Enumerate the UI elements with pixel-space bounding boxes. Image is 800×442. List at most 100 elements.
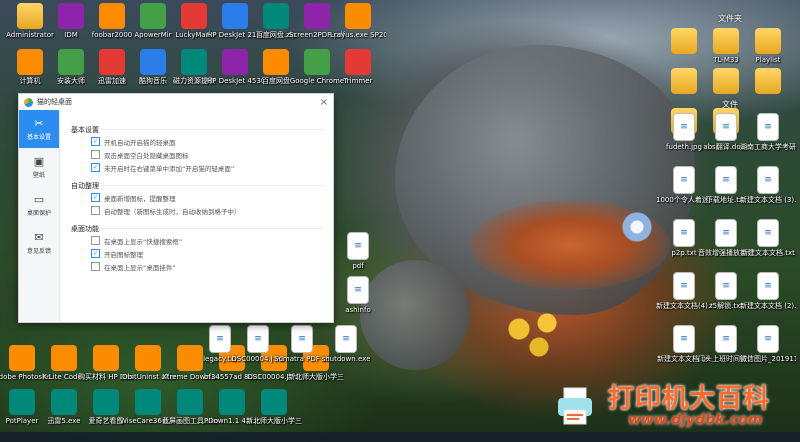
nav-icon: ✉ [34, 230, 44, 244]
desktop-file[interactable]: ≡ pdf [330, 232, 386, 271]
app-icon [181, 49, 207, 75]
document-icon: ≡ [673, 325, 695, 353]
document-icon: ≡ [209, 325, 231, 353]
settings-content: 基本设置 ✓ 开机自动开启猫的轻桌面双击桌面空白处隐藏桌面图标 ✓ 未开启时在右键菜单中… [71, 122, 323, 277]
icon-label: ashinfo [345, 306, 371, 314]
checkbox[interactable] [91, 236, 100, 245]
icon-label: Lrayus.exe SP2004 [330, 31, 386, 39]
nav-item-1[interactable]: ▣ 壁纸 [19, 148, 59, 186]
icon-label: 新建文本文档 (3).txt [740, 196, 796, 204]
checkbox[interactable] [91, 150, 100, 159]
settings-option[interactable]: 自动整理（新图标生成时，自动收纳到格子中） [91, 204, 323, 217]
folder-icon [713, 28, 739, 54]
app-icon [135, 389, 161, 415]
settings-option[interactable]: ✓ 桌面新增图标，提醒整理 [91, 191, 323, 204]
app-icon [263, 3, 289, 29]
nav-item-0[interactable]: ✂ 基本设置 [19, 110, 59, 148]
close-icon[interactable]: × [320, 97, 328, 108]
app-icon [99, 3, 125, 29]
document-icon: ≡ [757, 219, 779, 247]
document-icon: ≡ [335, 325, 357, 353]
app-icon [219, 389, 245, 415]
nav-item-2[interactable]: ▭ 桌面保护 [19, 186, 59, 224]
settings-option[interactable]: ✓ 开启图标整理 [91, 247, 323, 260]
icon-label: Trimmer [343, 77, 373, 85]
folder-icon [755, 28, 781, 54]
wallpaper-flowers [495, 305, 575, 365]
document-icon: ≡ [673, 272, 695, 300]
document-icon: ≡ [715, 113, 737, 141]
desktop-icon[interactable]: 新北师大版小学三年级... [246, 389, 302, 426]
icon-label: 新北师大版小学三年... [288, 373, 344, 381]
desktop-file[interactable]: ≡ 新建文本文档 (2).txt [740, 272, 796, 311]
checkbox[interactable]: ✓ [91, 193, 100, 202]
settings-option[interactable]: 在桌面上显示“快捷搜索框” [91, 234, 323, 247]
option-label: 开启图标整理 [104, 250, 143, 259]
icon-label: 微信图片_2019110... [740, 355, 796, 363]
document-icon: ≡ [757, 325, 779, 353]
checkbox[interactable] [91, 262, 100, 271]
nav-item-3[interactable]: ✉ 意见反馈 [19, 224, 59, 262]
option-label: 自动整理（新图标生成时，自动收纳到格子中） [104, 207, 241, 216]
checkbox[interactable]: ✓ [91, 249, 100, 258]
document-icon: ≡ [291, 325, 313, 353]
nav-label: 壁纸 [32, 171, 45, 179]
app-icon [93, 389, 119, 415]
window-titlebar[interactable]: 猫的轻桌面 × [19, 94, 333, 110]
watermark-url: www.djydbk.com [628, 412, 763, 428]
desktop-file[interactable]: ≡ 湖南工商大学考研... [740, 113, 796, 152]
app-icon [93, 345, 119, 371]
settings-option[interactable]: ✓ 开机自动开启猫的轻桌面 [91, 135, 323, 148]
settings-option[interactable]: 双击桌面空白处隐藏桌面图标 [91, 148, 323, 161]
app-icon [345, 49, 371, 75]
desktop-folder[interactable]: Playlist [740, 28, 796, 65]
nav-icon: ✂ [34, 116, 44, 130]
desktop-icon[interactable]: Lrayus.exe SP2004 [330, 3, 386, 40]
nav-label: 基本设置 [26, 133, 51, 141]
desktop-file[interactable]: ≡ shutdown.exe [318, 325, 374, 364]
desktop-file[interactable]: ≡ 新建文本文档 (3).txt [740, 166, 796, 205]
checkbox[interactable] [91, 206, 100, 215]
divider [101, 129, 323, 130]
document-icon: ≡ [757, 113, 779, 141]
app-icon [58, 49, 84, 75]
desktop-file[interactable]: ≡ 新建文本文档.txt [740, 219, 796, 258]
settings-option[interactable]: 在桌面上显示“桌面挂件” [91, 260, 323, 273]
app-icon [263, 49, 289, 75]
app-icon [345, 3, 371, 29]
desktop-icon[interactable]: Trimmer [330, 49, 386, 86]
option-label: 在桌面上显示“桌面挂件” [104, 263, 176, 272]
app-icon [99, 49, 125, 75]
icon-label: 湖南工商大学考研... [740, 143, 796, 151]
app-icon [51, 345, 77, 371]
option-label: 未开启时在右键菜单中添加“开启猫的轻桌面” [104, 164, 235, 173]
group-title-text: 自动整理 [71, 182, 99, 190]
app-icon [222, 3, 248, 29]
desktop-folder[interactable] [740, 68, 796, 96]
document-icon: ≡ [247, 325, 269, 353]
settings-group-title: 基本设置 [71, 125, 323, 135]
app-icon [140, 3, 166, 29]
watermark-title: 打印机大百科 [608, 384, 771, 414]
folder-icon [713, 68, 739, 94]
settings-option[interactable]: ✓ 未开启时在右键菜单中添加“开启猫的轻桌面” [91, 161, 323, 174]
checkbox[interactable]: ✓ [91, 163, 100, 172]
nav-icon: ▭ [33, 192, 45, 206]
icon-label: 新建文本文档 (2).txt [740, 302, 796, 310]
app-icon [140, 49, 166, 75]
folder-icon [17, 3, 43, 29]
app-icon [261, 389, 287, 415]
document-icon: ≡ [673, 166, 695, 194]
document-icon: ≡ [347, 232, 369, 260]
wallpaper-blue-flower [620, 210, 654, 244]
group-title-text: 桌面功能 [71, 225, 99, 233]
desktop-file[interactable]: ≡ ashinfo [330, 276, 386, 315]
desktop-file[interactable]: ≡ 微信图片_2019110... [740, 325, 796, 364]
window-title: 猫的轻桌面 [37, 98, 72, 106]
document-icon: ≡ [715, 325, 737, 353]
icon-label: Playlist [755, 56, 781, 64]
nav-label: 意见反馈 [26, 247, 51, 255]
option-label: 双击桌面空白处隐藏桌面图标 [104, 151, 189, 160]
checkbox[interactable]: ✓ [91, 137, 100, 146]
option-label: 开机自动开启猫的轻桌面 [104, 138, 176, 147]
